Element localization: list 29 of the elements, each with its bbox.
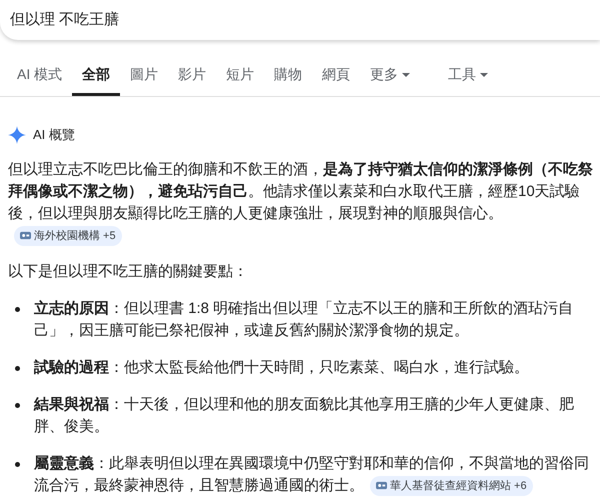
source-icon (20, 230, 31, 242)
search-query: 但以理 不吃王膳 (10, 10, 120, 30)
tab[interactable]: 全部 (72, 56, 120, 96)
tab[interactable]: 圖片 (120, 56, 168, 96)
tab[interactable]: 影片 (168, 56, 216, 96)
source-chip[interactable]: 海外校園機構 +5 (14, 226, 122, 246)
sparkle-icon (8, 126, 26, 144)
caret-icon (402, 72, 410, 76)
section-title: AI 概覽 (33, 126, 75, 144)
source-icon (376, 480, 387, 492)
key-point: 屬靈意義：此舉表明但以理在異國環境中仍堅守對耶和華的信仰，不與當地的習俗同流合污，最終蒙神恩待，且智慧勝過通國的術士。 華人基督徒查經資料網站 +6 (34, 452, 594, 496)
key-point: 立志的原因：但以理書 1:8 明確指出但以理「立志不以王的膳和王所飲的酒玷污自己」，因王膳可能已祭祀假神，或違反舊約關於潔淨食物的規定。 (34, 298, 574, 340)
dropdown-tab[interactable]: 更多 (360, 56, 420, 96)
tab[interactable]: 購物 (264, 56, 312, 96)
summary-paragraph: 但以理立志不吃巴比倫王的御膳和不飲王的酒，是為了持守猶太信仰的潔淨條例（不吃祭拜偶像或不潔之物），避免玷污自己。他請求僅以素菜和白水取代王膳，經歷10天試驗後，但以理與朋友顯得比吃王膳的人更健康強壯，展現對神的順服與信心。 海外校園機構 +5 (8, 158, 596, 246)
bullet-icon (15, 306, 20, 312)
intro-text: 以下是但以理不吃王膳的關鍵要點： (8, 262, 249, 282)
tab[interactable]: 網頁 (312, 56, 360, 96)
bullet-icon (15, 462, 20, 466)
key-point: 結果與祝福：十天後，但以理和他的朋友面貌比其他享用王膳的少年人更健康、肥胖、俊美。 (34, 394, 575, 436)
tab[interactable]: AI 模式 (7, 56, 72, 96)
bullet-icon (15, 366, 20, 370)
source-chip[interactable]: 華人基督徒查經資料網站 +6 (370, 476, 533, 496)
dropdown-tab[interactable]: 工具 (438, 56, 498, 96)
key-point: 試驗的過程：他求太監長給他們十天時間，只吃素菜、喝白水，進行試驗。 (34, 358, 530, 378)
search-field[interactable]: 但以理 不吃王膳 (0, 0, 600, 40)
caret-icon (480, 72, 488, 76)
tab[interactable]: 短片 (216, 56, 264, 96)
bullet-icon (15, 402, 20, 408)
